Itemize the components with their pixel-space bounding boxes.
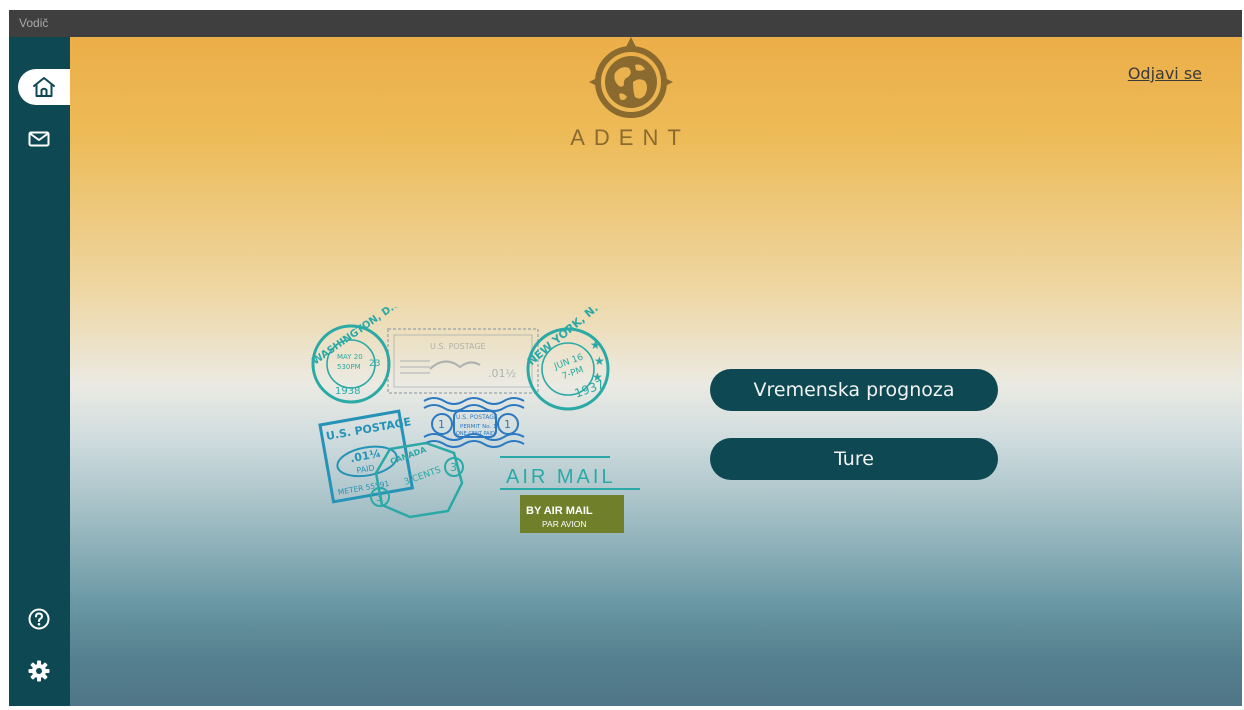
- svg-text:★: ★: [590, 338, 601, 352]
- svg-text:PERMIT No. 1: PERMIT No. 1: [460, 424, 496, 430]
- sidebar-item-help[interactable]: [13, 601, 65, 637]
- window-title: Vodič: [9, 10, 1242, 37]
- postal-stamps-illustration: U.S. POSTAGE .01½ WASHINGTON, D.C. MAY 2…: [310, 295, 640, 537]
- svg-text:★: ★: [594, 354, 605, 368]
- weather-forecast-button[interactable]: Vremenska prognoza: [710, 369, 998, 411]
- sidebar-item-messages[interactable]: [13, 121, 65, 157]
- svg-text:PAID: PAID: [356, 463, 376, 475]
- main-content: ADENT Odjavi se U.S. POSTAGE .01½ WASHIN…: [70, 37, 1242, 707]
- svg-text:★: ★: [592, 370, 603, 384]
- by-air-mail-box: BY AIR MAIL PAR AVION: [520, 495, 624, 533]
- svg-text:PAR AVION: PAR AVION: [542, 519, 587, 529]
- us-postage-meter-stamp: U.S. POSTAGE .01½: [387, 328, 539, 394]
- sidebar: [9, 37, 70, 707]
- svg-text:23: 23: [369, 359, 380, 369]
- sidebar-item-home[interactable]: [18, 69, 70, 105]
- logo-text: ADENT: [570, 125, 690, 150]
- svg-text:ONE CENT PAID: ONE CENT PAID: [456, 431, 495, 437]
- svg-text:BY AIR MAIL: BY AIR MAIL: [526, 505, 593, 517]
- mail-icon: [28, 131, 50, 147]
- tours-button[interactable]: Ture: [710, 438, 998, 480]
- svg-text:530PM: 530PM: [337, 363, 361, 371]
- svg-text:MAY 20: MAY 20: [337, 353, 363, 361]
- svg-text:U.S. POSTAGE: U.S. POSTAGE: [456, 414, 498, 421]
- help-icon: [28, 608, 50, 630]
- logout-link[interactable]: Odjavi se: [1128, 64, 1202, 83]
- home-icon: [31, 75, 57, 99]
- app-window: Vodič ADENT Odjavi se U.S. POSTAGE .01½ …: [9, 10, 1242, 707]
- window-bottom-edge: [9, 706, 1242, 710]
- svg-text:AIR MAIL: AIR MAIL: [506, 466, 616, 488]
- air-mail-label: AIR MAIL: [500, 456, 640, 490]
- svg-text:U.S. POSTAGE: U.S. POSTAGE: [325, 415, 412, 443]
- svg-text:1938: 1938: [335, 386, 360, 397]
- svg-text:3: 3: [450, 461, 457, 474]
- svg-text:1: 1: [438, 418, 445, 431]
- gear-icon: [28, 660, 50, 682]
- newyork-postmark: NEW YORK, N.Y. JUN 16 7-PM 1937 ★ ★ ★: [525, 295, 610, 411]
- svg-text:3: 3: [376, 491, 383, 504]
- us-postage-wave-stamp: 1 1 U.S. POSTAGE PERMIT No. 1 ONE CENT P…: [423, 397, 525, 448]
- sidebar-item-settings[interactable]: [13, 653, 65, 689]
- washington-postmark: WASHINGTON, D.C. MAY 20 530PM 1938 23: [310, 296, 405, 404]
- svg-text:1: 1: [504, 418, 511, 431]
- svg-text:.01½: .01½: [488, 367, 516, 380]
- svg-text:U.S. POSTAGE: U.S. POSTAGE: [430, 342, 486, 351]
